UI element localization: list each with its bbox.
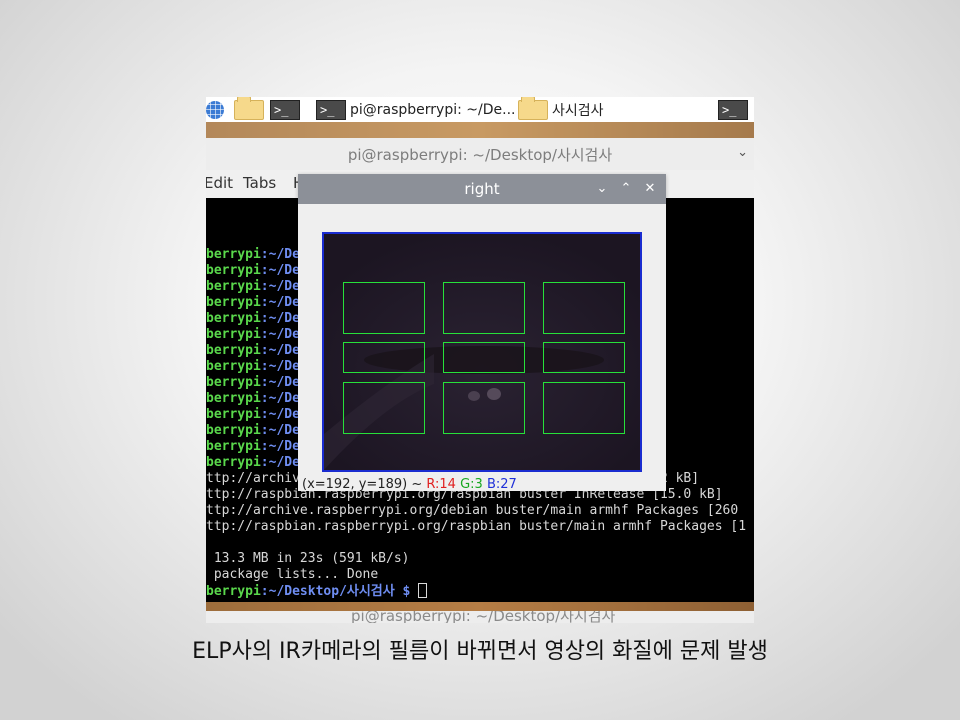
prompt-path: :~/De xyxy=(260,343,300,358)
desktop-wallpaper-strip xyxy=(206,122,754,138)
image-window-right[interactable]: right ⌄ ⌃ ✕ (x=192, y=189) ~ R:14 G:3 B:… xyxy=(298,174,666,491)
file-manager-icon xyxy=(234,97,264,120)
green-value: G:3 xyxy=(460,477,483,491)
prompt-host: berrypi xyxy=(206,423,261,438)
terminal-icon: >_ xyxy=(718,99,748,120)
prompt-host: berrypi xyxy=(206,439,261,454)
second-terminal-titlebar[interactable]: pi@raspberrypi: ~/Desktop/사시검사 xyxy=(206,611,754,623)
terminal-icon: >_ xyxy=(270,99,300,120)
taskbar-window-label: pi@raspberrypi: ~/De... xyxy=(350,101,516,118)
terminal-output-line: ttp://archive.raspberrypi.org/debian bus… xyxy=(206,503,739,518)
prompt-host: berrypi xyxy=(206,295,261,310)
terminal-launcher[interactable]: >_ xyxy=(270,97,300,122)
taskbar-window-terminal[interactable]: >_ pi@raspberrypi: ~/De... xyxy=(316,97,515,122)
taskbar-window-label: 사시검사 xyxy=(552,102,604,119)
prompt-path: :~/De xyxy=(260,327,300,342)
roi-box-r2-c3 xyxy=(543,342,625,373)
maximize-button[interactable]: ⌃ xyxy=(618,174,634,204)
terminal-current-prompt[interactable]: berrypi:~/Desktop/사시검사 $ xyxy=(206,583,754,599)
prompt-host: berrypi xyxy=(206,375,261,390)
menu-edit[interactable]: Edit xyxy=(206,174,233,192)
minimize-button[interactable]: ⌄ xyxy=(594,174,610,204)
image-window-title: right xyxy=(464,180,500,198)
prompt-path: :~/De xyxy=(260,423,300,438)
terminal-icon: >_ xyxy=(316,99,346,120)
prompt-path: :~/De xyxy=(260,407,300,422)
prompt-host: berrypi xyxy=(206,359,261,374)
prompt-path: :~/De xyxy=(260,455,300,470)
prompt-host: berrypi xyxy=(206,247,261,262)
terminal-title: pi@raspberrypi: ~/Desktop/사시검사 xyxy=(347,145,613,164)
desktop-wallpaper-strip xyxy=(206,602,754,611)
roi-box-r1-c3 xyxy=(543,282,625,334)
pixel-status-bar: (x=192, y=189) ~ R:14 G:3 B:27 xyxy=(302,477,517,491)
cursor-coordinates: (x=192, y=189) ~ xyxy=(302,477,427,491)
prompt-host: berrypi xyxy=(206,311,261,326)
web-browser-icon xyxy=(206,100,224,119)
taskbar-window-folder[interactable]: 사시검사 xyxy=(518,97,604,122)
terminal-output-line: package lists... Done xyxy=(206,567,379,582)
red-value: R:14 xyxy=(426,477,456,491)
folder-icon xyxy=(518,97,548,120)
second-terminal-title: pi@raspberrypi: ~/Desktop/사시검사 xyxy=(351,611,616,623)
terminal-titlebar[interactable]: pi@raspberrypi: ~/Desktop/사시검사 xyxy=(206,138,754,170)
taskbar: >_ >_ pi@raspberrypi: ~/De... 사시검사 >_ xyxy=(206,97,754,122)
camera-frame[interactable] xyxy=(322,232,642,472)
file-manager-launcher[interactable] xyxy=(234,97,264,122)
prompt-path: :~/De xyxy=(260,263,300,278)
terminal-output-line: ttp://raspbian.raspberrypi.org/raspbian … xyxy=(206,519,747,534)
prompt-host: berrypi xyxy=(206,455,261,470)
prompt-host: berrypi xyxy=(206,584,261,599)
blue-value: B:27 xyxy=(486,477,517,491)
roi-box-r3-c1 xyxy=(343,382,425,434)
roi-box-r2-c1 xyxy=(343,342,425,373)
roi-box-r1-c1 xyxy=(343,282,425,334)
prompt-path: :~/Desktop/사시검사 $ xyxy=(260,584,419,599)
prompt-path: :~/De xyxy=(260,439,300,454)
roi-box-r1-c2 xyxy=(443,282,525,334)
raspberry-pi-desktop-screenshot: >_ >_ pi@raspberrypi: ~/De... 사시검사 >_ pi… xyxy=(206,97,754,623)
prompt-host: berrypi xyxy=(206,279,261,294)
prompt-host: berrypi xyxy=(206,263,261,278)
prompt-path: :~/De xyxy=(260,295,300,310)
prompt-host: berrypi xyxy=(206,343,261,358)
taskbar-window-terminal-2[interactable]: >_ xyxy=(718,97,748,122)
prompt-host: berrypi xyxy=(206,391,261,406)
prompt-path: :~/De xyxy=(260,311,300,326)
prompt-path: :~/De xyxy=(260,279,300,294)
slide-caption: ELP사의 IR카메라의 필름이 바뀌면서 영상의 화질에 문제 발생 xyxy=(192,639,768,664)
terminal-output-line: 13.3 MB in 23s (591 kB/s) xyxy=(206,551,410,566)
prompt-path: :~/De xyxy=(260,359,300,374)
prompt-host: berrypi xyxy=(206,327,261,342)
prompt-host: berrypi xyxy=(206,407,261,422)
roi-box-r3-c3 xyxy=(543,382,625,434)
menu-tabs[interactable]: Tabs xyxy=(243,174,276,192)
roi-box-r2-c2 xyxy=(443,342,525,373)
roi-box-r3-c2 xyxy=(443,382,525,434)
web-browser-launcher[interactable] xyxy=(206,97,224,122)
prompt-path: :~/De xyxy=(260,375,300,390)
text-cursor xyxy=(418,583,428,598)
close-button[interactable]: ✕ xyxy=(642,174,658,204)
prompt-path: :~/De xyxy=(260,391,300,406)
prompt-path: :~/De xyxy=(260,247,300,262)
chevron-down-icon[interactable]: ⌄ xyxy=(737,145,748,160)
